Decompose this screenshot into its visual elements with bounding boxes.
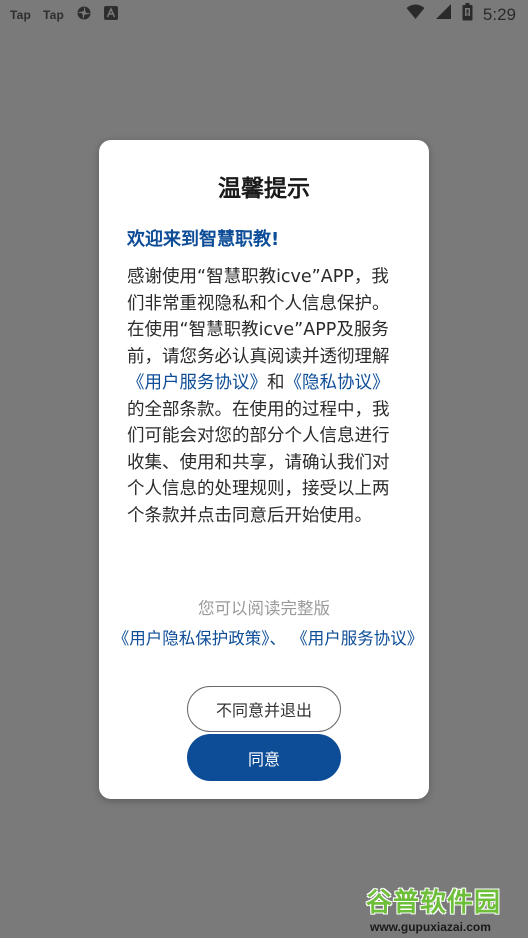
font-app-icon <box>104 6 119 23</box>
agree-button[interactable]: 同意 <box>187 734 341 781</box>
privacy-agreement-link[interactable]: 《隐私协议》 <box>285 373 390 393</box>
dialog-title: 温馨提示 <box>218 176 310 202</box>
wifi-icon <box>406 4 425 25</box>
dialog-body-text[interactable]: 感谢使用“智慧职教icve”APP，我们非常重视隐私和个人信息保护。在使用“智慧… <box>127 264 391 550</box>
body-text-part-1: 感谢使用“智慧职教icve”APP，我们非常重视隐私和个人信息保护。在使用“智慧… <box>127 267 390 367</box>
privacy-policy-link[interactable]: 《用户隐私保护政策》 <box>113 629 270 648</box>
status-bar-notifications: Tap Tap <box>10 5 119 24</box>
status-bar-system: 5:29 <box>406 3 516 26</box>
tap-app-icon: Tap <box>43 7 65 22</box>
watermark-logo: 谷普软件园 <box>366 888 502 918</box>
battery-icon <box>462 3 473 26</box>
full-version-hint: 您可以阅读完整版 <box>198 599 330 618</box>
user-service-agreement-link[interactable]: 《用户服务协议》 <box>291 629 423 648</box>
policy-separator: 、 <box>269 629 287 648</box>
disagree-exit-button[interactable]: 不同意并退出 <box>187 686 341 732</box>
status-bar: Tap Tap 5:29 <box>0 0 528 28</box>
watermark: 谷普软件园 www.gupuxiazai.com <box>366 882 526 936</box>
settings-gear-icon <box>76 5 92 24</box>
policy-links: 《用户隐私保护政策》、 《用户服务协议》 <box>109 628 427 649</box>
dialog-welcome-heading: 欢迎来到智慧职教! <box>127 229 280 250</box>
body-text-part-2: 的全部条款。在使用的过程中，我们可能会对您的部分个人信息进行收集、使用和共享，请… <box>127 399 390 526</box>
tap-app-icon: Tap <box>10 7 32 22</box>
status-time: 5:29 <box>482 4 516 24</box>
privacy-dialog: 温馨提示 欢迎来到智慧职教! 感谢使用“智慧职教icve”APP，我们非常重视隐… <box>99 140 429 799</box>
service-agreement-link[interactable]: 《用户服务协议》 <box>127 373 267 393</box>
watermark-url: www.gupuxiazai.com <box>370 920 491 934</box>
body-text-and: 和 <box>267 373 285 393</box>
signal-icon <box>435 4 452 25</box>
